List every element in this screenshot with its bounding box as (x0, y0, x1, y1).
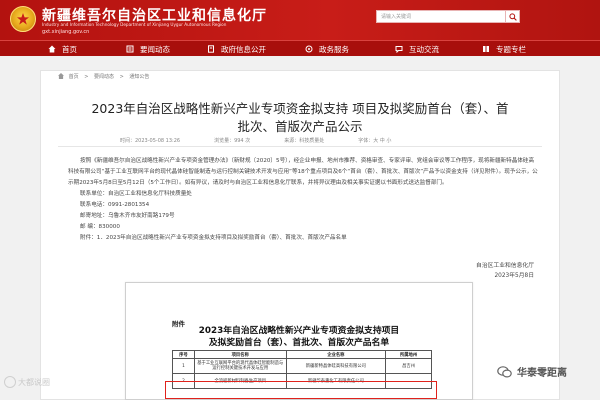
document-icon (208, 45, 214, 53)
article-title-line: 批次、首版次产品公示 (237, 119, 363, 134)
news-icon (126, 45, 134, 53)
breadcrumb-news[interactable]: 要闻动态 (94, 74, 114, 80)
breadcrumb-notices[interactable]: 通知公告 (129, 74, 149, 80)
chat-icon (395, 46, 403, 53)
watermark-right: 华泰零距离 (497, 364, 567, 379)
nav-label: 政务服务 (319, 44, 349, 54)
article-body: 按照《新疆维吾尔自治区战略性新兴产业专项资金管理办法》（新财规〔2020〕5号）… (68, 156, 538, 244)
highlight-box (165, 381, 437, 399)
contact-unit: 联系单位：自治区工业和信息化厅科技质量处 (80, 191, 192, 197)
national-emblem-icon[interactable] (10, 6, 36, 32)
watermark-logo-icon (4, 376, 16, 388)
table-cell: 昌吉州 (385, 358, 432, 374)
watermark-text: 大都说圈 (18, 377, 50, 387)
attachment-title-line: 2023年自治区战略性新兴产业专项资金拟支持项目 (198, 326, 400, 336)
article-title: 2023年自治区战略性新兴产业专项资金拟支持 项目及拟奖励首台（套）、首 批次、… (40, 100, 560, 136)
article-meta: 时间：2023-05-08 13:26 浏览量：994 次 来源：科技质量处 字… (120, 137, 480, 144)
signing-organization: 自治区工业和信息化厅 (476, 263, 534, 269)
contact-zip: 邮 编：830000 (80, 224, 120, 230)
table-cell: 基于工业互联网平台的现代晶体硅智能制造与运行控制关键技术开发与应用 (193, 358, 287, 374)
article-source: 来源：科技质量处 (284, 138, 325, 144)
search-icon (509, 13, 517, 21)
service-icon (305, 45, 313, 53)
column-icon (483, 46, 489, 52)
article-paragraph: 按照《新疆维吾尔自治区战略性新兴产业专项资金管理办法》（新财规〔2020〕5号）… (68, 158, 538, 186)
site-url: gxt.xinjiang.gov.cn (42, 29, 90, 35)
home-icon (48, 45, 56, 53)
title-divider (58, 146, 542, 147)
publish-date: 时间：2023-05-08 13:26 (120, 138, 181, 144)
nav-item-service[interactable]: 政务服务 (305, 43, 349, 55)
contact-address: 邮寄地址：乌鲁木齐市友好南路179号 (80, 213, 175, 219)
article-title-line: 2023年自治区战略性新兴产业专项资金拟支持 项目及拟奖励首台（套）、首 (91, 101, 509, 116)
table-row: 1 基于工业互联网平台的现代晶体硅智能制造与运行控制关键技术开发与应用 新疆新特… (172, 358, 432, 374)
search-input[interactable]: 请输入关键词 (376, 10, 506, 23)
table-header-row: 序号 项目名称 企业名称 所属地州 (172, 350, 432, 359)
column-header: 序号 (172, 350, 195, 359)
column-header: 企业名称 (285, 350, 387, 359)
search-button[interactable] (506, 10, 520, 23)
nav-label: 专题专栏 (496, 44, 526, 54)
nav-item-column[interactable]: 专题专栏 (482, 43, 526, 55)
site-subtitle: Industry and Information Technology Depa… (42, 22, 227, 27)
site-header: 新疆维吾尔自治区工业和信息化厅 Industry and Information… (0, 0, 600, 40)
watermark-text: 华泰零距离 (517, 368, 567, 379)
wechat-icon (497, 365, 512, 378)
nav-item-gov-info[interactable]: 政府信息公开 (207, 43, 266, 55)
home-icon (58, 73, 64, 79)
column-header: 所属地州 (385, 350, 432, 359)
signing-date: 2023年5月8日 (494, 273, 534, 279)
nav-label: 互动交流 (409, 44, 439, 54)
nav-item-interact[interactable]: 互动交流 (395, 43, 439, 55)
table-cell: 新疆新特晶体硅高科技有限公司 (285, 358, 387, 374)
nav-label: 首页 (62, 44, 77, 54)
nav-label: 政府信息公开 (221, 44, 266, 54)
attachment-title-line: 及拟奖励首台（套）、首批次、首版次产品名单 (208, 338, 390, 348)
breadcrumb: 首页 > 要闻动态 > 通知公告 (58, 73, 149, 80)
nav-label: 要闻动态 (140, 44, 170, 54)
breadcrumb-separator: > (84, 74, 89, 80)
table-cell: 1 (172, 358, 195, 374)
attachment-link[interactable]: 附件：1．2023年自治区战略性新兴产业专项资金拟支持项目及拟奖励首台（套）、首… (68, 233, 538, 244)
watermark-left: 大都说圈 (4, 376, 50, 388)
breadcrumb-home[interactable]: 首页 (69, 74, 79, 80)
view-count: 浏览量：994 次 (214, 138, 251, 144)
nav-item-news[interactable]: 要闻动态 (126, 43, 170, 55)
attachment-title: 2023年自治区战略性新兴产业专项资金拟支持项目 及拟奖励首台（套）、首批次、首… (125, 325, 473, 349)
font-size-switch[interactable]: 字体：大 中 小 (358, 137, 391, 144)
nav-item-home[interactable]: 首页 (48, 43, 77, 55)
main-nav: 首页 要闻动态 政府信息公开 政务服务 互动交流 专题专栏 (0, 40, 600, 56)
contact-phone: 联系电话：0991-2801354 (80, 202, 150, 208)
column-header: 项目名称 (193, 350, 287, 359)
breadcrumb-separator: > (119, 74, 124, 80)
